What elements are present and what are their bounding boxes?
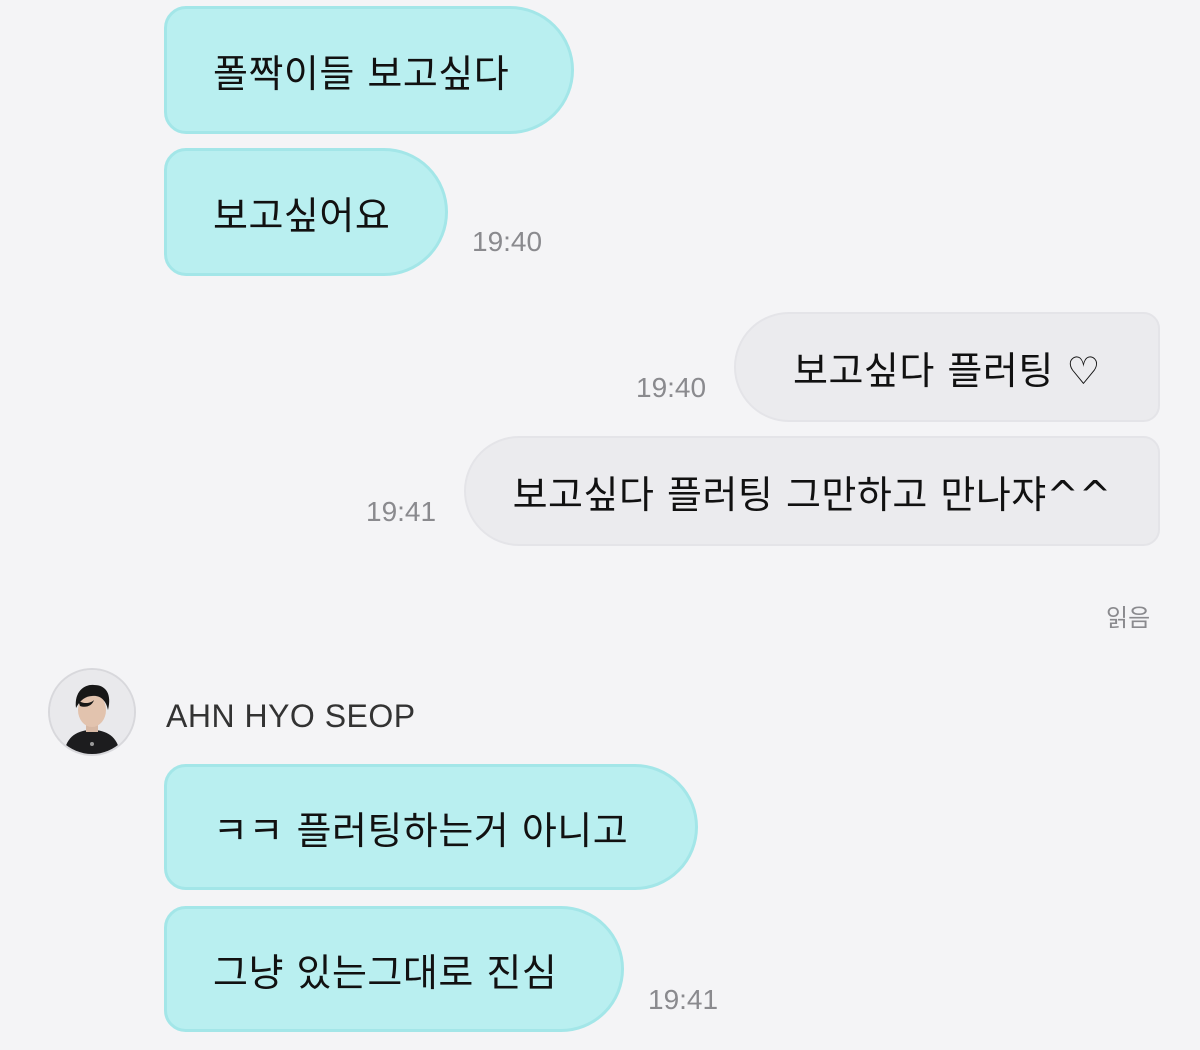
outgoing-message-bubble[interactable]: 보고싶다 플러팅 그만하고 만나쟈^^ (464, 436, 1160, 546)
message-timestamp: 19:41 (366, 496, 437, 527)
message-text: 보고싶다 플러팅 ♡ (793, 348, 1101, 393)
message-text: 폴짝이들 보고싶다 (213, 51, 510, 96)
incoming-message-bubble[interactable]: 폴짝이들 보고싶다 (164, 6, 574, 134)
read-receipt: 읽음 (1106, 604, 1151, 632)
incoming-message-bubble[interactable]: 그냥 있는그대로 진심 (164, 906, 624, 1032)
outgoing-message-bubble[interactable]: 보고싶다 플러팅 ♡ (734, 312, 1160, 422)
incoming-message-bubble[interactable]: ㅋㅋ 플러팅하는거 아니고 (164, 764, 698, 890)
profile-avatar[interactable] (48, 668, 136, 756)
incoming-message-bubble[interactable]: 보고싶어요 (164, 148, 448, 276)
message-text: ㅋㅋ 플러팅하는거 아니고 (213, 808, 629, 853)
message-timestamp: 19:41 (648, 984, 719, 1015)
message-text: 보고싶어요 (213, 193, 391, 238)
message-text: 그냥 있는그대로 진심 (213, 950, 558, 995)
message-timestamp: 19:40 (472, 226, 543, 257)
profile-photo-icon (50, 670, 134, 754)
message-text: 보고싶다 플러팅 그만하고 만나쟈^^ (512, 472, 1112, 517)
message-timestamp: 19:40 (636, 372, 707, 403)
sender-name: AHN HYO SEOP (166, 698, 416, 734)
